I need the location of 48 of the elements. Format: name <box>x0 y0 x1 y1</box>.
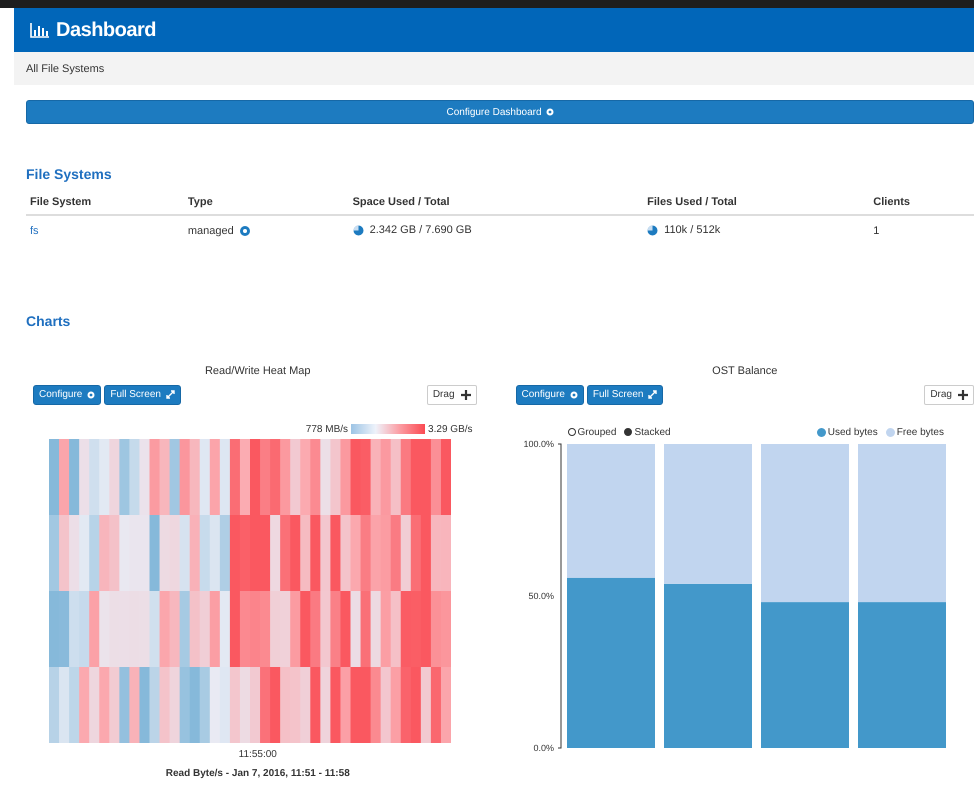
section-title: Charts <box>26 312 72 328</box>
configure-dashboard-button[interactable]: Configure Dashboard <box>26 100 974 124</box>
axis-tick-label: 11:55:00 <box>238 748 277 760</box>
column-header: Type <box>184 194 349 215</box>
radio-button[interactable] <box>568 428 576 436</box>
chart-title: Read/Write Heat Map <box>204 364 311 376</box>
full-screen-button[interactable]: Full Screen <box>104 384 181 404</box>
breadcrumb[interactable]: All File Systems <box>26 62 104 74</box>
radio-button[interactable] <box>624 428 632 436</box>
axis-tick-label: 50.0% <box>528 590 554 600</box>
scale-min-label: 778 MB/s <box>306 424 348 434</box>
expand-icon <box>648 390 658 399</box>
axis-tick-label: 0.0% <box>533 742 554 752</box>
legend-dot[interactable] <box>886 428 895 436</box>
scale-max-label: 3.29 GB/s <box>428 424 473 434</box>
table-cell: managed <box>188 225 234 238</box>
legend-label: Used bytes <box>828 426 878 438</box>
column-header: Files Used / Total <box>643 194 870 215</box>
expand-icon <box>166 390 175 399</box>
page-title: Dashboard <box>56 18 156 42</box>
pie-chart-icon <box>352 224 364 236</box>
axis-tick-label: 100.0% <box>522 438 554 448</box>
legend-label: Free bytes <box>896 426 944 438</box>
radio-label: Stacked <box>634 426 671 438</box>
move-icon <box>460 390 471 400</box>
bar-chart-icon <box>30 22 50 38</box>
column-header: Space Used / Total <box>348 194 644 215</box>
table-cell: 2.342 GB / 7.690 GB <box>370 224 472 236</box>
chart-title: OST Balance <box>712 364 778 376</box>
move-icon <box>958 390 968 400</box>
gear-icon <box>570 390 578 398</box>
radio-label: Grouped <box>578 426 616 438</box>
drag-button[interactable]: Drag <box>426 384 477 404</box>
configure-button[interactable]: Configure <box>33 384 102 404</box>
gear-icon <box>87 390 96 398</box>
column-header: Clients <box>869 194 974 215</box>
section-title: File Systems <box>26 166 113 182</box>
legend-dot[interactable] <box>816 428 826 436</box>
table-cell: 1 <box>869 215 974 246</box>
chart-caption: Read Byte/s - Jan 7, 2016, 11:51 - 11:58 <box>166 768 350 778</box>
table-cell: 110k / 512k <box>664 224 720 236</box>
column-header: File System <box>26 194 184 215</box>
full-screen-button[interactable]: Full Screen <box>586 384 664 404</box>
drag-button[interactable]: Drag <box>924 384 974 404</box>
configure-button[interactable]: Configure <box>516 384 584 404</box>
pie-chart-icon <box>647 224 658 236</box>
gear-icon <box>546 108 554 116</box>
file-system-link[interactable]: fs <box>26 215 184 246</box>
